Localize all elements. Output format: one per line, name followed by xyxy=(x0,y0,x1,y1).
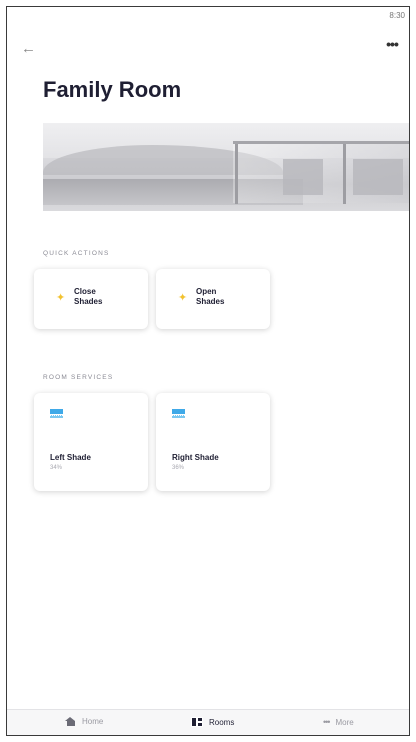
service-value: 36% xyxy=(172,465,185,471)
tab-more-label: More xyxy=(335,717,354,727)
page-title: Family Room xyxy=(43,77,182,102)
more-options-button[interactable]: ••• xyxy=(381,37,403,57)
more-dots-icon: ••• xyxy=(323,717,331,727)
home-icon xyxy=(65,717,76,726)
app-screen: 8:30 ← ••• Family Room QUICK ACTIONS ✦ C… xyxy=(6,6,410,736)
window-shade-icon xyxy=(172,409,185,420)
tab-rooms[interactable]: Rooms xyxy=(191,717,234,727)
service-name: Left Shade xyxy=(50,453,91,462)
lightning-bolt-icon: ✦ xyxy=(56,292,66,304)
tab-rooms-label: Rooms xyxy=(209,717,235,727)
quick-action-label: Open Shades xyxy=(196,287,225,306)
back-button[interactable]: ← xyxy=(21,39,41,59)
quick-action-label: Close Shades xyxy=(74,287,103,306)
status-time: 8:30 xyxy=(389,11,405,20)
service-name: Right Shade xyxy=(172,453,219,462)
open-shades-button[interactable]: ✦ Open Shades xyxy=(156,269,270,329)
room-services-heading: ROOM SERVICES xyxy=(43,374,114,381)
tab-home[interactable]: Home xyxy=(65,717,103,726)
close-shades-button[interactable]: ✦ Close Shades xyxy=(34,269,148,329)
bottom-tab-bar: Home Rooms ••• More xyxy=(7,709,409,735)
window-shade-icon xyxy=(50,409,63,420)
lightning-bolt-icon: ✦ xyxy=(178,292,188,304)
more-dots-icon: ••• xyxy=(386,36,399,52)
right-shade-card[interactable]: Right Shade 36% xyxy=(156,393,270,491)
quick-actions-heading: QUICK ACTIONS xyxy=(43,250,110,257)
rooms-icon xyxy=(191,717,203,727)
tab-home-label: Home xyxy=(82,717,104,726)
arrow-left-icon: ← xyxy=(21,40,36,57)
room-hero-image xyxy=(43,123,409,211)
service-value: 34% xyxy=(50,465,63,471)
left-shade-card[interactable]: Left Shade 34% xyxy=(34,393,148,491)
tab-more[interactable]: ••• More xyxy=(323,717,354,727)
